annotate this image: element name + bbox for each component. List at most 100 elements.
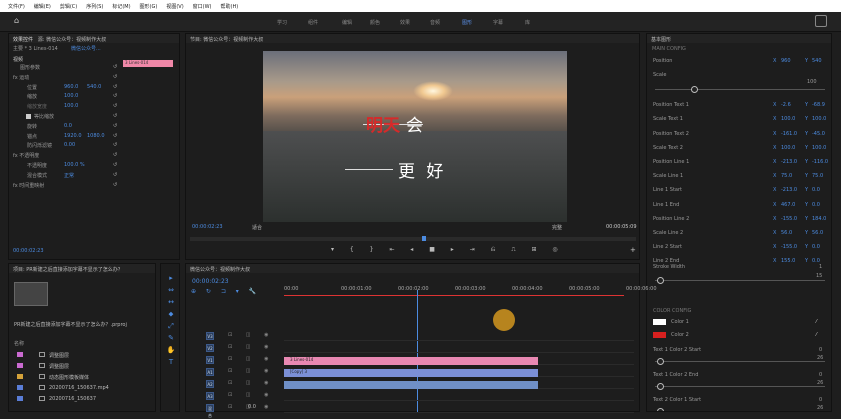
project-item[interactable]: 调整图层: [49, 363, 69, 370]
reset-icon[interactable]: ↺: [113, 152, 117, 158]
project-item[interactable]: 调整图层: [49, 352, 69, 359]
y-value[interactable]: -116.0: [812, 159, 828, 165]
menu-item[interactable]: 标记(M): [112, 3, 130, 10]
effect-param-value[interactable]: 0.00: [64, 142, 75, 148]
reset-icon[interactable]: ↺: [113, 103, 117, 109]
timeline-clip[interactable]: [Copy] 3: [284, 368, 538, 377]
tab-audio-mixer[interactable]: 源: 微信公众号：视频制作大叔: [38, 37, 106, 43]
track-lane[interactable]: [284, 344, 634, 353]
scale-slider[interactable]: [655, 86, 825, 94]
label-color-swatch[interactable]: [17, 374, 23, 379]
color-swatch[interactable]: [653, 332, 666, 338]
workspace-tab[interactable]: 效果: [400, 19, 410, 26]
tab-effect-controls[interactable]: 效果控件: [13, 37, 33, 43]
scale-value[interactable]: 100: [807, 79, 817, 85]
uniform-scale-checkbox[interactable]: [26, 113, 31, 119]
effect-param-value[interactable]: 540.0: [87, 84, 101, 90]
color-param-slider[interactable]: [655, 383, 825, 390]
x-value[interactable]: 155.0: [781, 258, 795, 264]
track-label[interactable]: V3: [206, 332, 214, 340]
add-button-icon[interactable]: +: [630, 246, 636, 254]
x-value[interactable]: -161.0: [781, 131, 797, 137]
track-label[interactable]: V1: [206, 356, 214, 364]
reset-icon[interactable]: ↺: [113, 123, 117, 129]
eyedropper-icon[interactable]: ⁄: [816, 319, 817, 325]
workspace-tab[interactable]: 音频: [430, 19, 440, 26]
label-color-swatch[interactable]: [17, 396, 23, 401]
mix-value[interactable]: 0.0: [248, 404, 256, 410]
project-item[interactable]: 20200716_150637: [49, 396, 96, 402]
x-value[interactable]: 75.0: [781, 173, 792, 179]
menu-item[interactable]: 窗口(W): [193, 3, 212, 10]
workspace-menu-button[interactable]: [815, 15, 827, 27]
fit-select[interactable]: 适合: [252, 224, 262, 231]
track-toggle-icons[interactable]: ⊡ ◫ ◉: [228, 356, 274, 362]
workspace-tab[interactable]: 编辑: [342, 19, 352, 26]
track-toggle-icons[interactable]: ⊡ ◫ ◉: [228, 344, 274, 350]
stroke-slider[interactable]: [655, 277, 825, 284]
track-toggle-icons[interactable]: ⊡ ◫ ◉: [228, 332, 274, 338]
effect-param-value[interactable]: 100.0: [64, 93, 78, 99]
effect-param-value[interactable]: 100.0: [64, 103, 78, 109]
menu-item[interactable]: 编辑(E): [34, 3, 51, 10]
color-param-value[interactable]: 0: [819, 397, 822, 403]
timeline-clip[interactable]: [284, 380, 538, 389]
effect-param-value[interactable]: 1080.0: [87, 133, 105, 139]
effect-param-value[interactable]: 1920.0: [64, 133, 82, 139]
y-value[interactable]: 100.0: [812, 145, 826, 151]
reset-icon[interactable]: ↺: [113, 172, 117, 178]
y-value[interactable]: 56.0: [812, 230, 823, 236]
y-value[interactable]: 75.0: [812, 173, 823, 179]
track-label[interactable]: 混合: [206, 404, 214, 418]
y-value[interactable]: 540: [812, 58, 822, 64]
y-value[interactable]: 0.0: [812, 202, 820, 208]
x-value[interactable]: -2.6: [781, 102, 791, 108]
x-value[interactable]: 56.0: [781, 230, 792, 236]
menu-item[interactable]: 文件(F): [8, 3, 25, 10]
effect-param-value[interactable]: 100.0 %: [64, 162, 85, 168]
track-label[interactable]: V2: [206, 344, 214, 352]
workspace-tab[interactable]: 图形: [462, 19, 472, 26]
y-value[interactable]: -45.0: [812, 131, 825, 137]
project-item[interactable]: 20200716_150637.mp4: [49, 385, 109, 391]
x-value[interactable]: 467.0: [781, 202, 795, 208]
timeline-clip[interactable]: 3 Lines-014: [284, 356, 538, 365]
x-value[interactable]: -213.0: [781, 187, 797, 193]
quality-select[interactable]: 完整: [552, 224, 562, 231]
reset-icon[interactable]: ↺: [113, 133, 117, 139]
workspace-tab[interactable]: 学习: [277, 19, 287, 26]
x-value[interactable]: -155.0: [781, 216, 797, 222]
workspace-tab[interactable]: 库: [525, 19, 530, 26]
workspace-tab[interactable]: 颜色: [370, 19, 380, 26]
color-param-value[interactable]: 0: [819, 347, 822, 353]
reset-icon[interactable]: ↺: [113, 64, 117, 70]
workspace-tab[interactable]: 字幕: [493, 19, 503, 26]
y-value[interactable]: 100.0: [812, 116, 826, 122]
name-header[interactable]: 名称: [14, 340, 24, 347]
timeline-tools[interactable]: ⊕ ↻ ⊐ ▾ 🔧: [191, 288, 260, 295]
playhead[interactable]: [422, 236, 426, 241]
program-timecode[interactable]: 00:00:02:23: [192, 224, 223, 230]
effect-param-value[interactable]: 0.0: [64, 123, 72, 129]
y-value[interactable]: 184.0: [812, 216, 826, 222]
menu-item[interactable]: 序列(S): [86, 3, 103, 10]
x-value[interactable]: 960: [781, 58, 791, 64]
menu-item[interactable]: 帮助(H): [221, 3, 239, 10]
menu-item[interactable]: 视图(V): [166, 3, 183, 10]
clip-label[interactable]: 微信公众号...: [71, 45, 101, 52]
label-color-swatch[interactable]: [17, 363, 23, 368]
timeline-timecode[interactable]: 00:00:02:23: [192, 278, 229, 285]
color-param-value[interactable]: 0: [819, 372, 822, 378]
clip-bar[interactable]: 3 Lines-014: [123, 60, 173, 67]
x-value[interactable]: 100.0: [781, 116, 795, 122]
track-lane[interactable]: [284, 392, 634, 401]
track-label[interactable]: A1: [206, 368, 214, 376]
color-swatch[interactable]: [653, 319, 666, 325]
effect-param-value[interactable]: 960.0: [64, 84, 78, 90]
project-item[interactable]: 动态图形模板媒体: [49, 374, 89, 381]
track-label[interactable]: A3: [206, 392, 214, 400]
effect-param-value[interactable]: 正常: [64, 172, 74, 179]
y-value[interactable]: -68.9: [812, 102, 825, 108]
color-param-slider[interactable]: [655, 358, 825, 365]
reset-icon[interactable]: ↺: [113, 74, 117, 80]
